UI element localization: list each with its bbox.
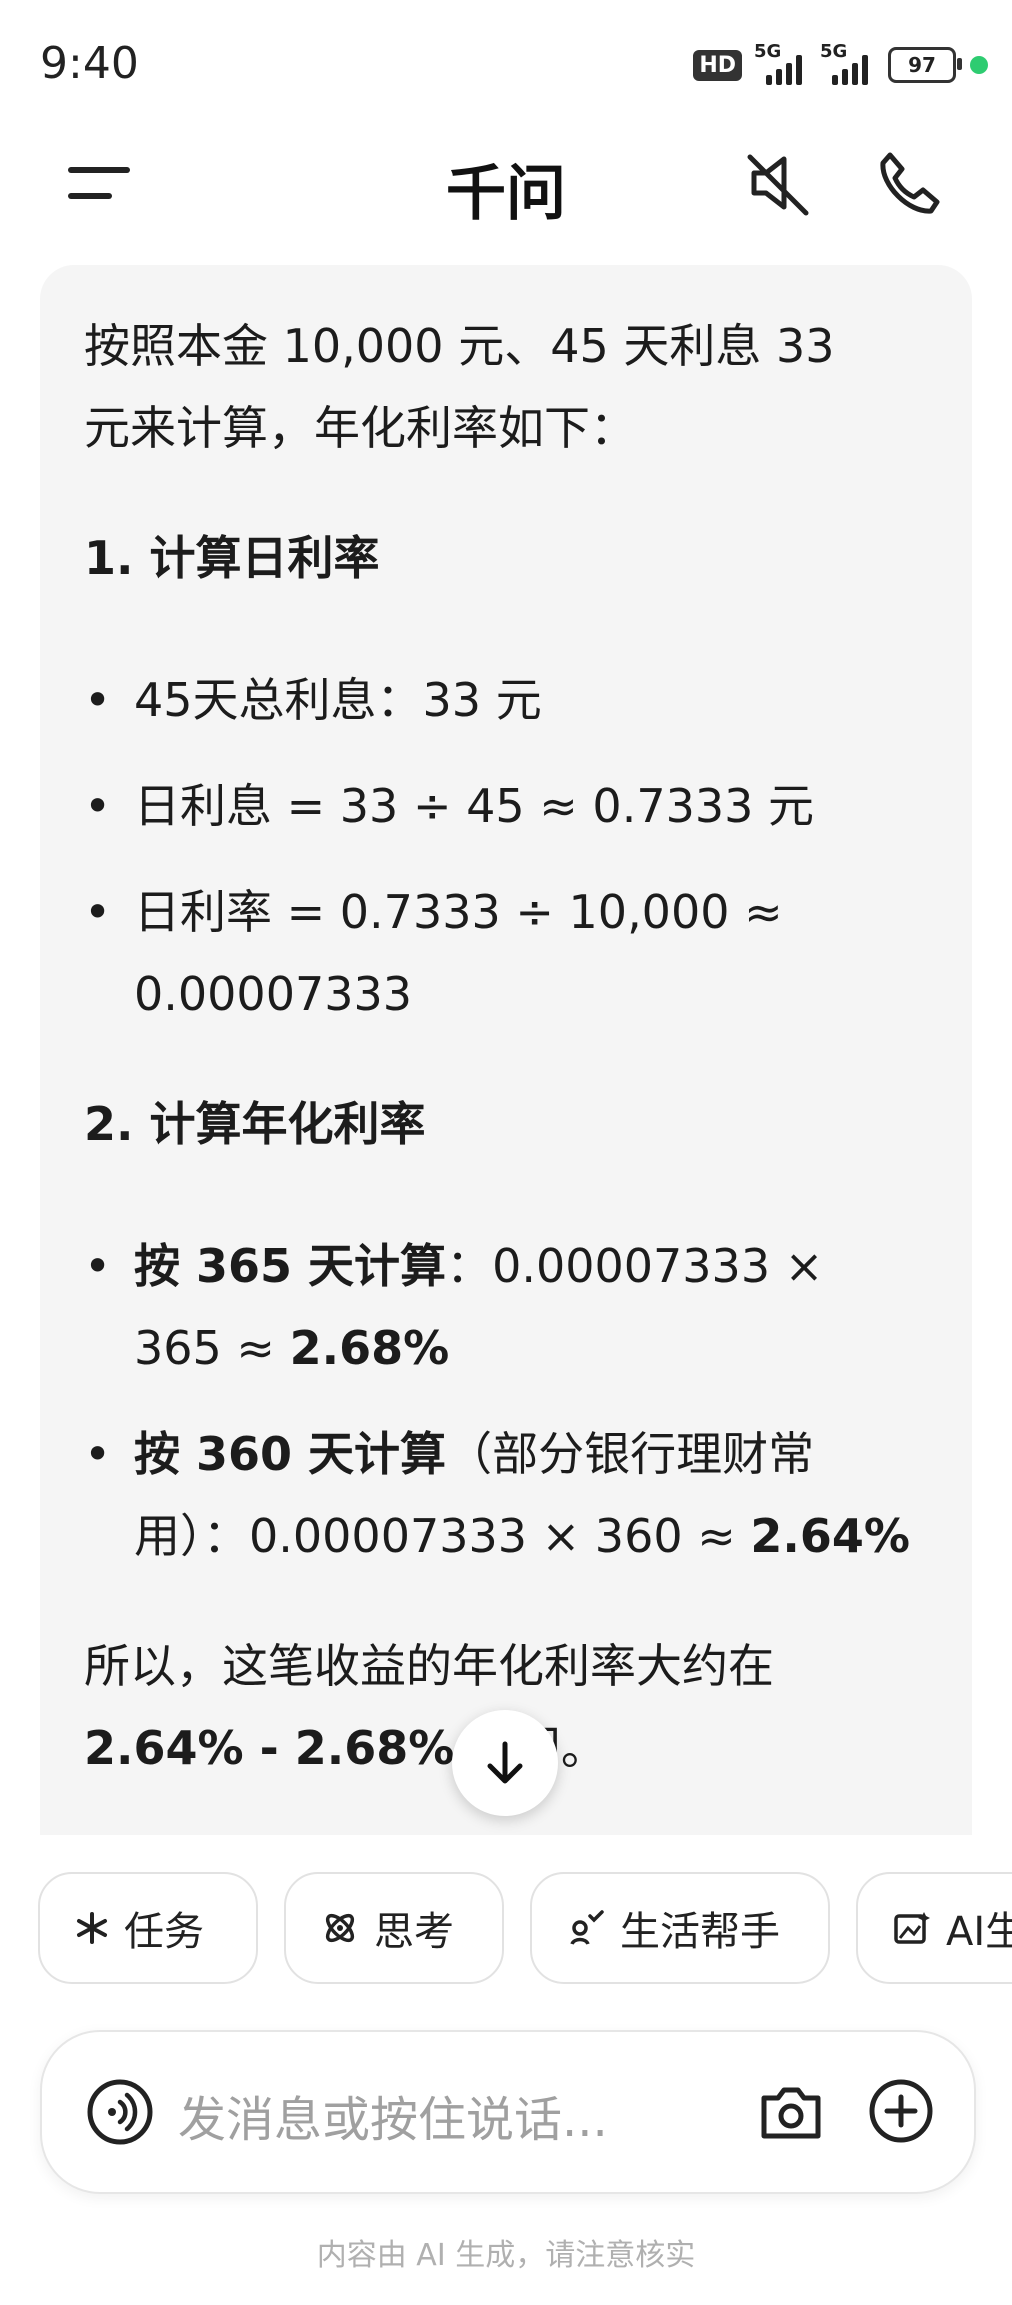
- chip-label: AI生: [946, 1909, 1012, 1955]
- intro-line-1: 按照本金 10,000 元、45 天利息 33: [84, 319, 835, 373]
- list-item-text: 45天总利息：33 元: [134, 673, 542, 727]
- network-label-2: 5G: [820, 41, 848, 62]
- ai-response-content: 按照本金 10,000 元、45 天利息 33 元来计算，年化利率如下： 1. …: [84, 305, 944, 1789]
- step1-heading: 1. 计算日利率: [84, 531, 380, 585]
- list-item: 按 360 天计算（部分银行理财常用）：0.00007333 × 360 ≈ 2…: [84, 1413, 944, 1577]
- chip-label: 思考: [374, 1909, 454, 1955]
- chip-label: 生活帮手: [620, 1909, 780, 1955]
- step2-heading: 2. 计算年化利率: [84, 1097, 426, 1151]
- list-item-text: 日利息 = 33 ÷ 45 ≈ 0.7333 元: [134, 779, 815, 833]
- list-item-text: （部分银行理财常: [446, 1427, 815, 1481]
- list-item: 按 365 天计算：0.00007333 × 365 ≈ 2.68%: [84, 1225, 944, 1389]
- message-input-placeholder[interactable]: 发消息或按住说话...: [178, 2080, 608, 2150]
- chip-life-assistant[interactable]: 生活帮手: [530, 1872, 830, 1984]
- chip-think[interactable]: 思考: [284, 1872, 504, 1984]
- network-label-1: 5G: [754, 41, 782, 62]
- chip-label: 任务: [124, 1909, 204, 1955]
- speaker-mute-icon[interactable]: [740, 143, 820, 223]
- status-time: 9:40: [40, 38, 139, 89]
- add-attachment-icon[interactable]: [866, 2076, 936, 2146]
- list-item-text: 365 ≈: [134, 1321, 290, 1375]
- voice-input-icon[interactable]: [84, 2076, 156, 2148]
- chip-ai-create[interactable]: AI生: [856, 1872, 1012, 1984]
- asterisk-icon: [77, 1912, 107, 1944]
- status-bar: 9:40 HD 5G 5G 97: [0, 0, 1012, 125]
- list-item-label: 按 360 天计算: [134, 1427, 447, 1481]
- signal-icon: 5G: [754, 41, 808, 85]
- privacy-dot-icon: [970, 56, 988, 74]
- list-item-text: 日利率 = 0.7333 ÷ 10,000 ≈: [134, 885, 783, 939]
- ai-disclaimer: 内容由 AI 生成，请注意核实: [316, 2238, 696, 2273]
- ai-response-card: 按照本金 10,000 元、45 天利息 33 元来计算，年化利率如下： 1. …: [40, 265, 972, 1835]
- message-input-bar[interactable]: 发消息或按住说话...: [40, 2030, 976, 2194]
- conclusion-range: 2.64% - 2.68%: [84, 1721, 455, 1775]
- arrow-down-icon: [487, 1741, 523, 1784]
- battery-icon: 97: [888, 47, 962, 83]
- list-item-label: 按 365 天计算: [134, 1239, 447, 1293]
- list-item: 日利率 = 0.7333 ÷ 10,000 ≈ 0.00007333: [84, 871, 944, 1035]
- result-value: 2.64%: [750, 1509, 910, 1563]
- phone-icon[interactable]: [868, 143, 948, 223]
- camera-icon[interactable]: [758, 2082, 824, 2142]
- intro-line-2: 元来计算，年化利率如下：: [84, 401, 636, 455]
- result-value: 2.68%: [289, 1321, 450, 1375]
- chip-task[interactable]: 任务: [38, 1872, 258, 1984]
- list-item-text: 0.00007333: [134, 967, 413, 1021]
- list-item-text: ：0.00007333 ×: [446, 1239, 824, 1293]
- assistant-icon: [570, 1910, 604, 1945]
- conclusion-line-1: 所以，这笔收益的年化利率大约在: [84, 1639, 774, 1693]
- battery-level: 97: [908, 53, 936, 77]
- quick-action-chips: 任务 思考 生活帮手 AI生: [38, 1872, 1012, 1988]
- list-item-text: 用）：0.00007333 × 360 ≈: [134, 1509, 751, 1563]
- atom-icon: [325, 1913, 355, 1943]
- signal-icon-2: 5G: [820, 41, 874, 85]
- list-item: 45天总利息：33 元: [84, 659, 944, 741]
- app-header: 千问: [0, 125, 1012, 245]
- hd-badge: HD: [693, 49, 742, 81]
- image-edit-icon: [894, 1912, 930, 1944]
- list-item: 日利息 = 33 ÷ 45 ≈ 0.7333 元: [84, 765, 944, 847]
- scroll-down-button[interactable]: [452, 1710, 558, 1816]
- status-icons: HD 5G 5G 97: [693, 41, 988, 88]
- app-title: 千问: [446, 159, 566, 229]
